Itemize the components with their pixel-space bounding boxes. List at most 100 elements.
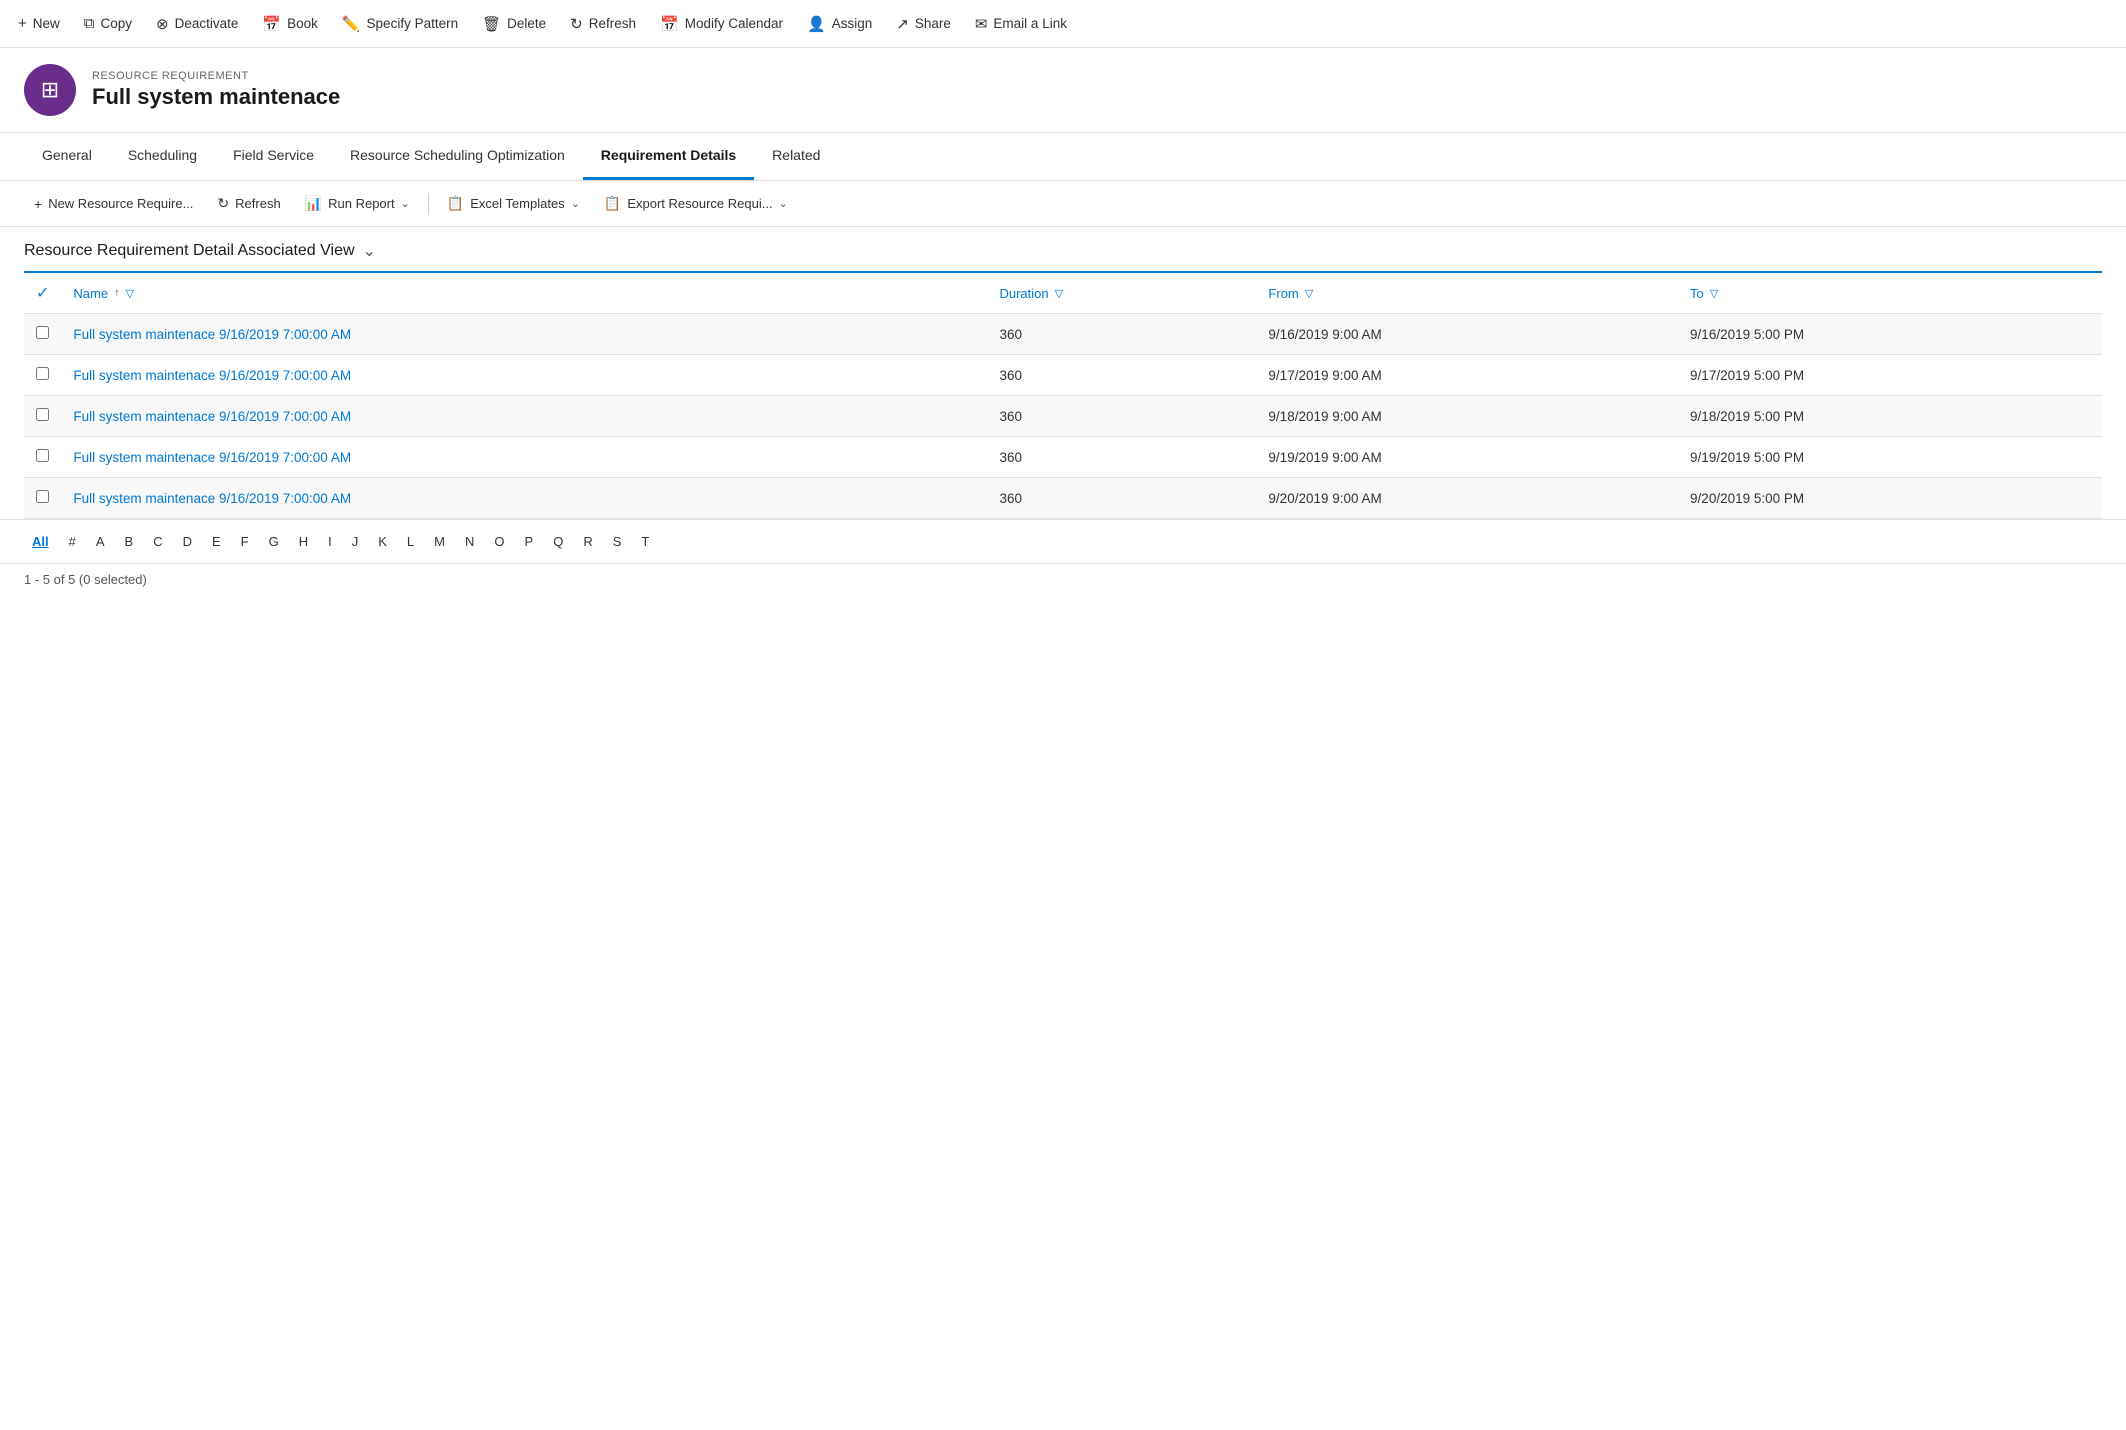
check-all-icon[interactable]: ✓ [36,285,49,302]
page-letter-g[interactable]: G [261,530,287,553]
assign-label: Assign [832,16,873,31]
tab-general[interactable]: General [24,133,110,180]
record-avatar: ⊞ [24,64,76,116]
toolbar-btn-specify-pattern[interactable]: ✏️Specify Pattern [332,9,468,39]
tab-field-service[interactable]: Field Service [215,133,332,180]
page-letter-k[interactable]: K [370,530,395,553]
page-letter-f[interactable]: F [233,530,257,553]
page-letter-o[interactable]: O [486,530,512,553]
row-check-input-1[interactable] [36,367,49,380]
row-duration-4: 360 [987,478,1256,519]
excel-templates-chevron-icon: ⌄ [571,197,580,210]
page-letter-q[interactable]: Q [545,530,571,553]
table-row: Full system maintenace 9/16/2019 7:00:00… [24,437,2102,478]
run-report-chevron-icon: ⌄ [401,197,410,210]
pagination-bar: All#ABCDEFGHIJKLMNOPQRST [0,519,2126,563]
view-title-chevron-icon[interactable]: ⌄ [363,241,376,261]
toolbar-btn-copy[interactable]: ⧉Copy [74,9,142,38]
row-checkbox-4[interactable] [24,478,61,519]
row-name-3[interactable]: Full system maintenace 9/16/2019 7:00:00… [61,437,987,478]
sub-btn-run-report[interactable]: 📊 Run Report ⌄ [295,189,420,218]
row-checkbox-3[interactable] [24,437,61,478]
excel-templates-sub-label: Excel Templates [470,196,564,211]
row-name-4[interactable]: Full system maintenace 9/16/2019 7:00:00… [61,478,987,519]
run-report-sub-label: Run Report [328,196,394,211]
sub-btn-export[interactable]: 📋Export Resource Requi...⌄ [594,189,798,218]
row-checkbox-2[interactable] [24,396,61,437]
toolbar-btn-email-a-link[interactable]: ✉Email a Link [965,9,1077,39]
run-report-sub-icon: 📊 [305,195,322,212]
row-name-2[interactable]: Full system maintenace 9/16/2019 7:00:00… [61,396,987,437]
table-row: Full system maintenace 9/16/2019 7:00:00… [24,396,2102,437]
page-letter-l[interactable]: L [399,530,422,553]
row-to-1: 9/17/2019 5:00 PM [1678,355,2102,396]
page-letter-r[interactable]: R [575,530,600,553]
select-all-header: ✓ [24,272,61,314]
page-letter-i[interactable]: I [320,530,340,553]
row-name-0[interactable]: Full system maintenace 9/16/2019 7:00:00… [61,314,987,355]
from-filter-icon[interactable]: ▽ [1305,287,1313,300]
tab-scheduling[interactable]: Scheduling [110,133,215,180]
row-check-input-3[interactable] [36,449,49,462]
main-toolbar: +New⧉Copy⊗Deactivate📅Book✏️Specify Patte… [0,0,2126,48]
duration-filter-icon[interactable]: ▽ [1055,287,1063,300]
page-letter-j[interactable]: J [344,530,367,553]
page-letter-e[interactable]: E [204,530,229,553]
page-letter-all[interactable]: All [24,530,57,553]
export-sub-label: Export Resource Requi... [627,196,772,211]
toolbar-btn-share[interactable]: ↗Share [886,9,961,39]
page-letter-d[interactable]: D [175,530,200,553]
book-icon: 📅 [262,15,281,33]
excel-templates-sub-icon: 📋 [447,195,464,212]
export-chevron-icon: ⌄ [779,197,788,210]
table-row: Full system maintenace 9/16/2019 7:00:00… [24,355,2102,396]
toolbar-btn-new[interactable]: +New [8,9,70,38]
new-icon: + [18,15,27,32]
page-letter-h[interactable]: H [291,530,316,553]
table-row: Full system maintenace 9/16/2019 7:00:00… [24,314,2102,355]
sub-btn-refresh[interactable]: ↻Refresh [207,189,290,218]
page-letter-n[interactable]: N [457,530,482,553]
toolbar-btn-deactivate[interactable]: ⊗Deactivate [146,9,248,39]
row-checkbox-0[interactable] [24,314,61,355]
row-check-input-2[interactable] [36,408,49,421]
row-duration-3: 360 [987,437,1256,478]
col-name: Name ↑ ▽ [61,272,987,314]
tab-related[interactable]: Related [754,133,838,180]
row-check-input-4[interactable] [36,490,49,503]
table-body: Full system maintenace 9/16/2019 7:00:00… [24,314,2102,519]
row-checkbox-1[interactable] [24,355,61,396]
page-letter-a[interactable]: A [88,530,113,553]
page-letter-c[interactable]: C [145,530,170,553]
row-check-input-0[interactable] [36,326,49,339]
page-letter-t[interactable]: T [633,530,657,553]
toolbar-btn-assign[interactable]: 👤Assign [797,9,882,39]
tab-requirement-details[interactable]: Requirement Details [583,133,754,180]
toolbar-btn-modify-calendar[interactable]: 📅Modify Calendar [650,9,793,39]
row-to-4: 9/20/2019 5:00 PM [1678,478,2102,519]
page-letter-m[interactable]: M [426,530,453,553]
toolbar-btn-book[interactable]: 📅Book [252,9,327,39]
view-title: Resource Requirement Detail Associated V… [24,242,355,260]
specify-pattern-icon: ✏️ [342,15,361,33]
record-title: Full system maintenace [92,84,340,110]
name-sort-icon[interactable]: ↑ [114,287,120,299]
row-to-2: 9/18/2019 5:00 PM [1678,396,2102,437]
page-letter-b[interactable]: B [117,530,142,553]
page-letter-s[interactable]: S [605,530,630,553]
sub-btn-new-resource-req[interactable]: +New Resource Require... [24,190,203,218]
name-filter-icon[interactable]: ▽ [126,287,134,300]
toolbar-btn-delete[interactable]: 🗑Delete [472,9,556,39]
toolbar-btn-refresh[interactable]: ↻Refresh [560,9,646,39]
record-header: ⊞ Resource Requirement Full system maint… [0,48,2126,133]
page-letter-#[interactable]: # [61,530,84,553]
row-name-1[interactable]: Full system maintenace 9/16/2019 7:00:00… [61,355,987,396]
to-filter-icon[interactable]: ▽ [1710,287,1718,300]
data-table: ✓ Name ↑ ▽ Duration ▽ [24,271,2102,519]
tab-rso[interactable]: Resource Scheduling Optimization [332,133,583,180]
copy-label: Copy [101,16,133,31]
page-letter-p[interactable]: P [517,530,542,553]
row-from-3: 9/19/2019 9:00 AM [1256,437,1678,478]
record-subtitle: Resource Requirement [92,70,340,82]
sub-btn-excel-templates[interactable]: 📋 Excel Templates ⌄ [437,189,590,218]
